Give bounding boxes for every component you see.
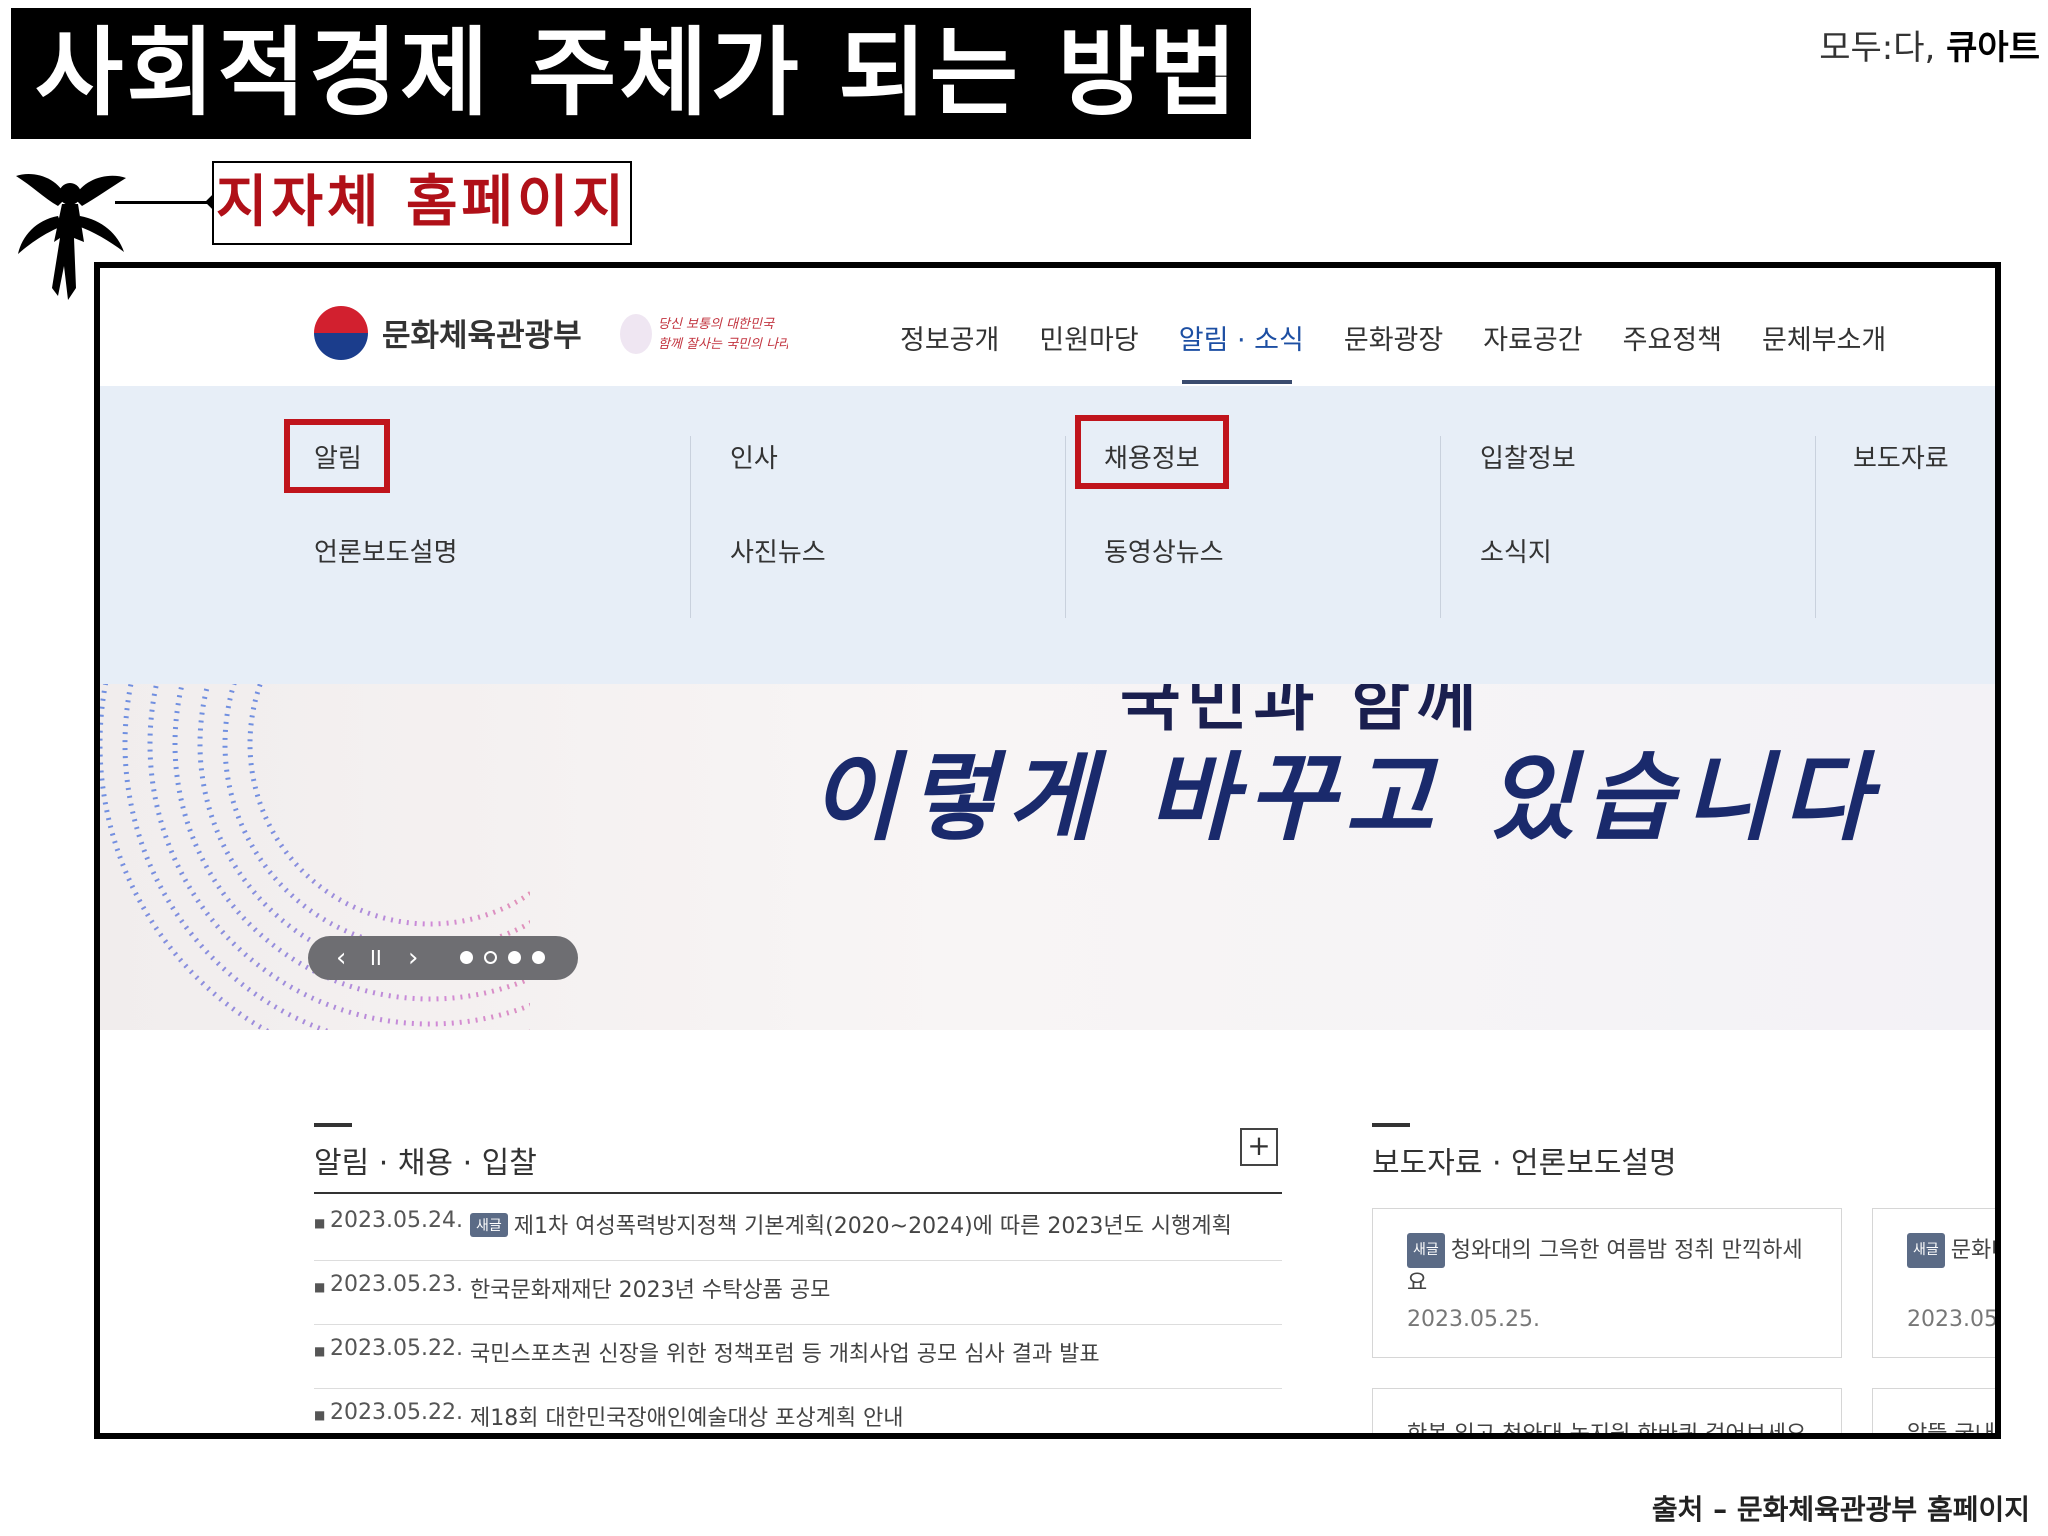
item-title[interactable]: 국민스포츠권 신장을 위한 정책포럼 등 개최사업 공모 심사 결과 발표 <box>470 1336 1100 1368</box>
menu-divider <box>1815 436 1816 618</box>
submenu-press-release[interactable]: 보도자료 <box>1853 438 1949 475</box>
item-date: 2023.05.22. <box>330 1336 463 1361</box>
mega-menu: 알림 인사 채용정보 입찰정보 보도자료 언론보도설명 사진뉴스 동영상뉴스 소… <box>100 386 1995 686</box>
item-title[interactable]: 한국문화재재단 2023년 수탁상품 공모 <box>470 1272 830 1304</box>
submenu-bidding[interactable]: 입찰정보 <box>1480 438 1576 475</box>
list-item[interactable]: ■ 2023.05.22. 제18회 대한민국장애인예술대상 포상계획 안내 <box>314 1388 1282 1433</box>
next-slide-icon[interactable]: › <box>408 940 418 976</box>
item-text[interactable]: 제1차 여성폭력방지정책 기본계획(2020~2024)에 따른 2023년도 … <box>514 1214 1232 1239</box>
slogan-calligraphy: 당신 보통의 대한민국 함께 잘사는 국민의 나라 <box>620 314 788 354</box>
press-card[interactable]: 새글 청와대의 그윽한 여름밤 정취 만끽하세요 2023.05.25. <box>1372 1208 1842 1358</box>
svg-text:함께 잘사는 국민의 나라: 함께 잘사는 국민의 나라 <box>658 337 788 352</box>
section-label: 지자체 홈페이지 <box>212 161 632 245</box>
card-date: 2023.05.2... <box>1907 1307 1998 1332</box>
nav-civil-service[interactable]: 민원마당 <box>1039 318 1138 357</box>
menu-divider <box>1065 436 1066 618</box>
item-date: 2023.05.24. <box>330 1208 463 1233</box>
nav-news[interactable]: 알림 · 소식 <box>1179 318 1304 357</box>
hero-headline: 이렇게 바꾸고 있습니다 <box>810 742 1881 854</box>
list-top-line <box>314 1192 1282 1194</box>
bullet-icon: ■ <box>314 1408 326 1422</box>
section-bar <box>1372 1123 1410 1127</box>
highlight-box-recruitment <box>1075 415 1229 489</box>
press-card[interactable]: 새글문화다... 을 주인공을... 2023.05.2... <box>1872 1208 1998 1358</box>
tab-recruit[interactable]: · 채용 <box>379 1146 453 1181</box>
section-bar <box>314 1123 352 1127</box>
list-item[interactable]: ■ 2023.05.22. 국민스포츠권 신장을 위한 정책포럼 등 개최사업 … <box>314 1324 1282 1389</box>
nav-about[interactable]: 문체부소개 <box>1762 318 1886 357</box>
nav-policies[interactable]: 주요정책 <box>1623 318 1722 357</box>
slide-title: 사회적경제 주체가 되는 방법 <box>11 8 1251 139</box>
brand-mark: 모두:다, 큐아트 <box>1819 20 2040 69</box>
brand-left: 모두:다, <box>1819 28 1936 68</box>
svg-text:당신 보통의 대한민국: 당신 보통의 대한민국 <box>658 317 775 332</box>
more-button[interactable]: + <box>1240 1128 1278 1166</box>
submenu-photo-news[interactable]: 사진뉴스 <box>730 532 826 569</box>
site-header: 문화체육관광부 당신 보통의 대한민국 함께 잘사는 국민의 나라 정보공개 민… <box>100 268 1995 387</box>
prev-slide-icon[interactable]: ‹ <box>336 940 346 976</box>
pointer-line <box>115 201 215 204</box>
tab-notice[interactable]: 알림 <box>314 1146 369 1181</box>
card-text[interactable]: 청와대의 그윽한 여름밤 정취 만끽하세요 <box>1407 1238 1803 1296</box>
submenu-newsletter[interactable]: 소식지 <box>1480 532 1552 569</box>
list-item[interactable]: ■ 2023.05.23. 한국문화재재단 2023년 수탁상품 공모 <box>314 1260 1282 1325</box>
list-item[interactable]: ■ 2023.05.24. 새글 제1차 여성폭력방지정책 기본계획(2020~2… <box>314 1196 1282 1261</box>
site-name[interactable]: 문화체육관광부 <box>382 310 582 355</box>
card-title[interactable]: 새글문화다... 을 주인공을... <box>1907 1233 1995 1268</box>
item-date: 2023.05.22. <box>330 1400 463 1425</box>
item-date: 2023.05.23. <box>330 1272 463 1297</box>
menu-divider <box>690 436 691 618</box>
item-title[interactable]: 제18회 대한민국장애인예술대상 포상계획 안내 <box>470 1400 904 1432</box>
slide-indicator[interactable] <box>460 951 473 964</box>
tab-press-release[interactable]: 보도자료 <box>1372 1146 1482 1181</box>
brand-right: 큐아트 <box>1946 28 2040 68</box>
press-tabs: 보도자료 · 언론보도설명 <box>1372 1138 1677 1182</box>
press-card[interactable]: 한복 입고 청와대 녹지원 한바퀴 걸어보세요 <box>1372 1388 1842 1433</box>
notice-tabs: 알림 · 채용 · 입찰 <box>314 1138 537 1182</box>
nav-info-disclosure[interactable]: 정보공개 <box>900 318 999 357</box>
hero-banner: 국민과 함께 이렇게 바꾸고 있습니다 ‹ II › <box>100 684 1995 1030</box>
new-badge: 새글 <box>1407 1233 1445 1268</box>
website-screenshot: 문화체육관광부 당신 보통의 대한민국 함께 잘사는 국민의 나라 정보공개 민… <box>94 262 2001 1439</box>
highlight-box-notice <box>284 419 390 493</box>
bullet-icon: ■ <box>314 1344 326 1358</box>
card-text[interactable]: 문화다... 을 주인공을... <box>1951 1238 1995 1263</box>
slide-indicator-active[interactable] <box>484 951 497 964</box>
slide-indicator[interactable] <box>532 951 545 964</box>
main-navigation: 정보공개 민원마당 알림 · 소식 문화광장 자료공간 주요정책 문체부소개 <box>900 318 1886 357</box>
card-date: 2023.05.25. <box>1407 1307 1540 1332</box>
tab-bid[interactable]: · 입찰 <box>463 1146 537 1181</box>
new-badge: 새글 <box>470 1213 508 1237</box>
source-credit: 출처 – 문화체육관광부 홈페이지 <box>1651 1493 2030 1526</box>
menu-divider <box>1440 436 1441 618</box>
item-title[interactable]: 새글 제1차 여성폭력방지정책 기본계획(2020~2024)에 따른 2023년… <box>470 1208 1232 1240</box>
card-title[interactable]: 새글 청와대의 그윽한 여름밤 정취 만끽하세요 <box>1407 1233 1807 1299</box>
press-card[interactable]: 알뜰 국내... <box>1872 1388 1995 1433</box>
card-title[interactable]: 한복 입고 청와대 녹지원 한바퀴 걸어보세요 <box>1407 1419 1807 1433</box>
new-badge: 새글 <box>1907 1233 1945 1268</box>
card-title[interactable]: 알뜰 국내... <box>1907 1419 1995 1433</box>
tab-press-explanation[interactable]: · 언론보도설명 <box>1492 1146 1677 1181</box>
government-logo-icon[interactable] <box>314 306 368 360</box>
bullet-icon: ■ <box>314 1216 326 1230</box>
slider-controls: ‹ II › <box>308 936 578 980</box>
bullet-icon: ■ <box>314 1280 326 1294</box>
pause-icon[interactable]: II <box>370 940 382 976</box>
nav-active-indicator <box>1182 380 1292 384</box>
nav-resources[interactable]: 자료공간 <box>1483 318 1582 357</box>
slide-indicator[interactable] <box>508 951 521 964</box>
submenu-video-news[interactable]: 동영상뉴스 <box>1104 532 1224 569</box>
submenu-press-explanation[interactable]: 언론보도설명 <box>314 532 458 569</box>
submenu-personnel[interactable]: 인사 <box>730 438 778 475</box>
nav-culture-plaza[interactable]: 문화광장 <box>1344 318 1443 357</box>
